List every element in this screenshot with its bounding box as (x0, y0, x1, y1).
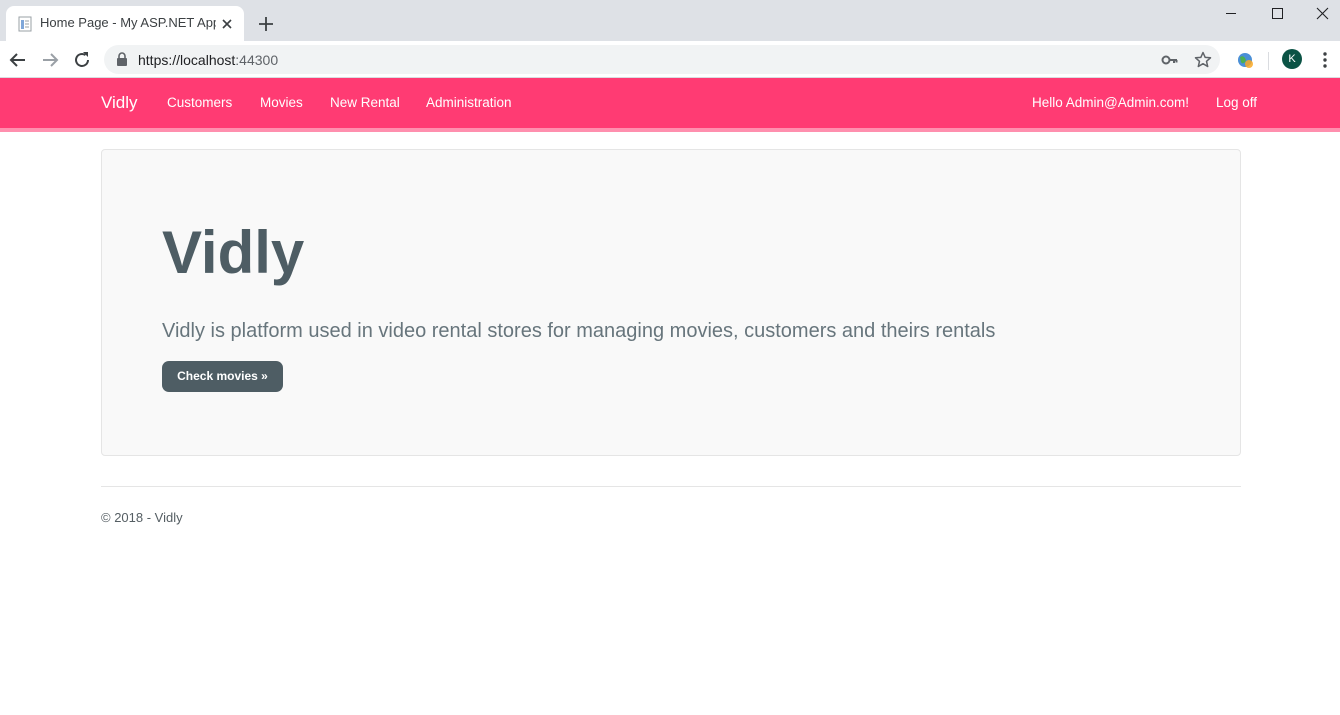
toolbar-separator (1268, 52, 1269, 70)
maximize-icon[interactable] (1254, 0, 1300, 30)
key-icon[interactable] (1160, 50, 1180, 70)
hero-jumbotron: Vidly Vidly is platform used in video re… (101, 149, 1241, 456)
forward-arrow-icon[interactable] (38, 48, 62, 72)
minimize-icon[interactable] (1208, 0, 1254, 30)
plus-icon[interactable] (256, 14, 276, 34)
tab-title: Home Page - My ASP.NET Applic (40, 15, 216, 30)
address-bar[interactable]: https://localhost:44300 (104, 45, 1220, 74)
profile-avatar[interactable]: K (1282, 49, 1302, 69)
hero-lead-text: Vidly is platform used in video rental s… (162, 320, 996, 342)
back-arrow-icon[interactable] (6, 48, 30, 72)
star-icon[interactable] (1193, 50, 1213, 70)
close-window-icon[interactable] (1300, 0, 1340, 30)
nav-link-movies[interactable]: Movies (260, 95, 303, 110)
browser-toolbar: https://localhost:44300 K (0, 41, 1340, 78)
navbar-accent-stripe (0, 128, 1340, 132)
log-off-link[interactable]: Log off (1216, 95, 1257, 110)
navbar-brand[interactable]: Vidly (101, 93, 138, 113)
footer-divider (101, 486, 1241, 487)
footer-copyright: © 2018 - Vidly (101, 510, 183, 525)
nav-link-customers[interactable]: Customers (167, 95, 232, 110)
extension-icon[interactable] (1235, 50, 1255, 70)
browser-tab-strip: Home Page - My ASP.NET Applic (0, 0, 1340, 41)
site-navbar: Vidly Customers Movies New Rental Admini… (0, 78, 1340, 128)
kebab-menu-icon[interactable] (1315, 49, 1335, 71)
nav-link-new-rental[interactable]: New Rental (330, 95, 400, 110)
hero-title: Vidly (162, 219, 305, 286)
close-icon[interactable] (218, 15, 236, 33)
check-movies-button[interactable]: Check movies » (162, 361, 283, 392)
lock-icon[interactable] (116, 52, 128, 66)
url-text: https://localhost:44300 (138, 52, 279, 68)
nav-link-administration[interactable]: Administration (426, 95, 512, 110)
user-greeting-link[interactable]: Hello Admin@Admin.com! (1032, 95, 1189, 110)
browser-tab[interactable]: Home Page - My ASP.NET Applic (6, 6, 244, 41)
page-favicon-icon (18, 16, 32, 32)
reload-icon[interactable] (70, 48, 94, 72)
